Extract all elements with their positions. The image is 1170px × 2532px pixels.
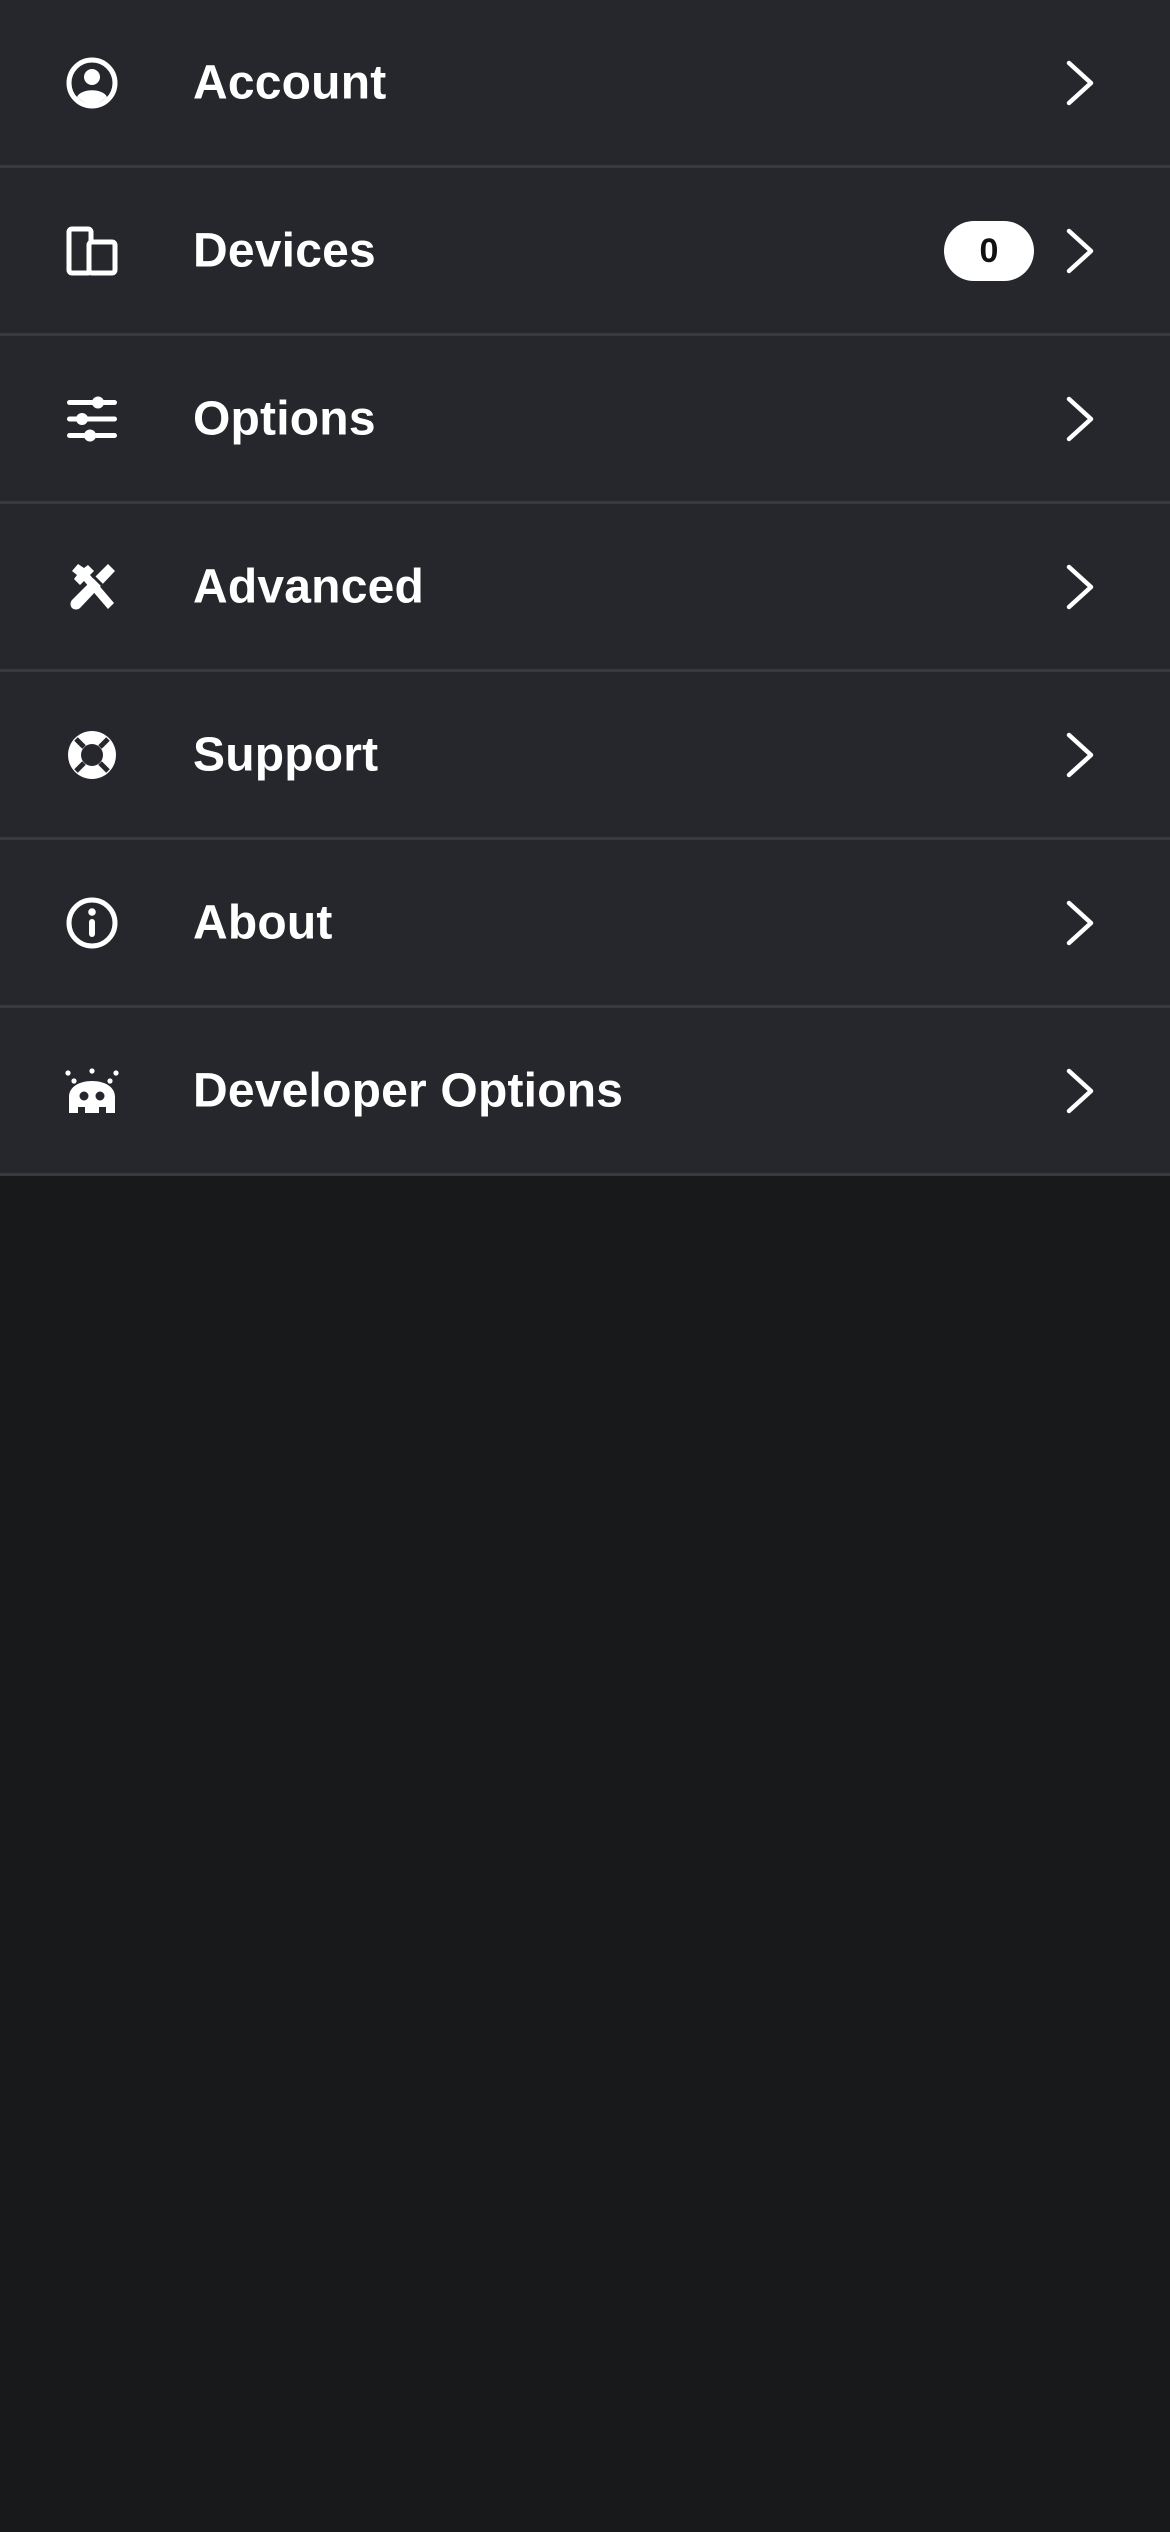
lifebuoy-icon: [64, 727, 120, 783]
chevron-right-icon: [1064, 563, 1096, 611]
menu-item-label: Options: [193, 392, 376, 445]
device-count-badge: 0: [944, 220, 1034, 281]
menu-item-label: Account: [193, 56, 387, 109]
menu-item-options[interactable]: Options: [0, 336, 1170, 504]
menu-item-label: About: [193, 896, 333, 949]
menu-item-label: Advanced: [193, 560, 425, 613]
chevron-right-icon: [1064, 1067, 1096, 1115]
menu-item-about[interactable]: About: [0, 840, 1170, 1008]
devices-icon: [64, 223, 120, 279]
tools-icon: [64, 559, 120, 615]
developer-bug-icon: [64, 1063, 120, 1119]
sliders-icon: [64, 391, 120, 447]
info-circle-icon: [64, 895, 120, 951]
chevron-right-icon: [1064, 395, 1096, 443]
chevron-right-icon: [1064, 59, 1096, 107]
menu-item-label: Developer Options: [193, 1064, 624, 1117]
settings-menu-list: Account Devices 0 Options Advanced Suppo…: [0, 0, 1170, 1176]
account-circle-icon: [64, 55, 120, 111]
chevron-right-icon: [1064, 731, 1096, 779]
menu-item-label: Support: [193, 728, 379, 781]
menu-item-advanced[interactable]: Advanced: [0, 504, 1170, 672]
chevron-right-icon: [1064, 227, 1096, 275]
chevron-right-icon: [1064, 899, 1096, 947]
menu-item-devices[interactable]: Devices 0: [0, 168, 1170, 336]
menu-item-developer-options[interactable]: Developer Options: [0, 1008, 1170, 1176]
menu-item-label: Devices: [193, 224, 376, 277]
menu-item-support[interactable]: Support: [0, 672, 1170, 840]
menu-item-account[interactable]: Account: [0, 0, 1170, 168]
